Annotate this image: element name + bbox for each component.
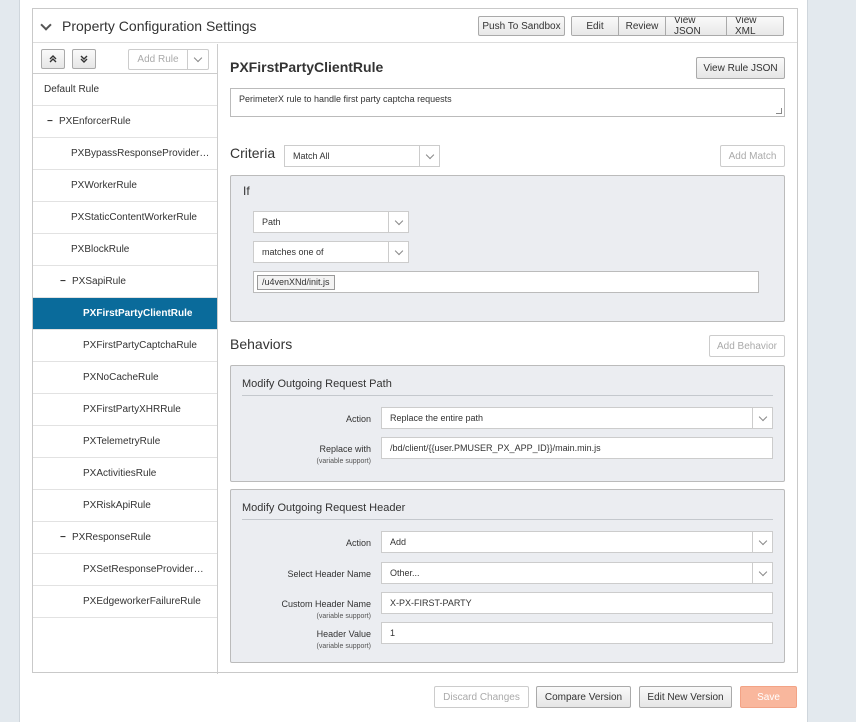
add-rule-dropdown[interactable]: Add Rule <box>128 49 209 70</box>
criteria-condition-box: If Path matches one of /u4venXNd/init.js <box>230 175 785 322</box>
push-to-sandbox-button[interactable]: Push To Sandbox <box>478 16 565 36</box>
view-json-button[interactable]: View JSON <box>666 17 727 35</box>
chevron-down-icon <box>419 146 439 166</box>
chevron-down-icon[interactable] <box>40 19 52 31</box>
match-type-select[interactable]: Match All <box>284 145 440 167</box>
tree-item-pxtelemetryrule[interactable]: PXTelemetryRule <box>33 426 217 458</box>
chevron-down-icon <box>388 212 408 232</box>
resize-handle-icon[interactable] <box>776 108 782 114</box>
view-rule-json-button[interactable]: View Rule JSON <box>696 57 785 79</box>
chevron-down-icon <box>752 563 772 583</box>
behavior-title: Modify Outgoing Request Path <box>242 378 392 390</box>
collapse-icon[interactable]: − <box>60 276 72 287</box>
header-action-value: Add <box>390 537 407 547</box>
collapse-icon[interactable]: − <box>60 532 72 543</box>
rule-description-text: PerimeterX rule to handle first party ca… <box>239 94 452 104</box>
tree-item-pxfirstpartyclientrule[interactable]: PXFirstPartyClientRule <box>33 298 217 330</box>
tree-item-pxfirstpartyxhrrule[interactable]: PXFirstPartyXHRRule <box>33 394 217 426</box>
criteria-field-value: Path <box>262 217 281 227</box>
property-config-panel: Property Configuration Settings Push To … <box>32 8 798 674</box>
tree-item-pxbypassresponseprovider[interactable]: PXBypassResponseProvider… <box>33 138 217 170</box>
add-behavior-button[interactable]: Add Behavior <box>709 335 785 357</box>
view-mode-button-group: Edit Review View JSON View XML <box>571 16 784 36</box>
custom-header-name-label: Custom Header Name (variable support) <box>231 599 371 620</box>
add-match-button[interactable]: Add Match <box>720 145 785 167</box>
criteria-operator-value: matches one of <box>262 247 324 257</box>
tree-item-pxenforcerrule[interactable]: − PXEnforcerRule <box>33 106 217 138</box>
rule-editor: PXFirstPartyClientRule View Rule JSON Pe… <box>219 44 798 674</box>
header-name-select[interactable]: Other... <box>381 562 773 584</box>
panel-header: Property Configuration Settings Push To … <box>33 9 797 43</box>
chevron-down-icon <box>388 242 408 262</box>
tree-item-pxworkerrule[interactable]: PXWorkerRule <box>33 170 217 202</box>
replace-path-input[interactable]: /bd/client/{{user.PMUSER_PX_APP_ID}}/mai… <box>381 437 773 459</box>
divider <box>242 519 773 520</box>
criteria-field-select[interactable]: Path <box>253 211 409 233</box>
rule-tree-sidebar: Add Rule Default Rule − PXEnforcerRule PX… <box>33 44 218 674</box>
compare-version-button[interactable]: Compare Version <box>536 686 631 708</box>
tree-item-pxsapirule[interactable]: − PXSapiRule <box>33 266 217 298</box>
variable-support-note: (variable support) <box>316 458 371 465</box>
tree-item-pxresponserule[interactable]: − PXResponseRule <box>33 522 217 554</box>
tree-item-pxriskapirule[interactable]: PXRiskApiRule <box>33 490 217 522</box>
chevron-down-icon <box>752 532 772 552</box>
header-value-input[interactable]: 1 <box>381 622 773 644</box>
discard-changes-button[interactable]: Discard Changes <box>434 686 529 708</box>
rule-tree-toolbar: Add Rule <box>33 44 217 74</box>
header-name-value: Other... <box>390 568 420 578</box>
double-chevron-down-icon <box>80 55 88 63</box>
header-action-select[interactable]: Add <box>381 531 773 553</box>
rule-name-title: PXFirstPartyClientRule <box>230 59 384 75</box>
criteria-label: Criteria <box>230 145 276 161</box>
add-rule-label: Add Rule <box>129 50 188 69</box>
tree-item-pxsetresponseprovider[interactable]: PXSetResponseProvider… <box>33 554 217 586</box>
edit-new-version-button[interactable]: Edit New Version <box>639 686 732 708</box>
tree-item-pxblockrule[interactable]: PXBlockRule <box>33 234 217 266</box>
chevron-down-icon <box>188 50 208 69</box>
tree-item-pxstaticcontentworkerrule[interactable]: PXStaticContentWorkerRule <box>33 202 217 234</box>
action-label: Action <box>345 538 371 548</box>
criteria-operator-select[interactable]: matches one of <box>253 241 409 263</box>
behavior-title: Modify Outgoing Request Header <box>242 502 406 514</box>
behaviors-label: Behaviors <box>230 336 293 352</box>
collapse-icon[interactable]: − <box>47 116 59 127</box>
path-action-value: Replace the entire path <box>390 413 484 423</box>
tree-item-pxedgeworkerfailurerule[interactable]: PXEdgeworkerFailureRule <box>33 586 217 618</box>
path-action-select[interactable]: Replace the entire path <box>381 407 773 429</box>
tree-item-pxactivitiesrule[interactable]: PXActivitiesRule <box>33 458 217 490</box>
chevron-down-icon <box>752 408 772 428</box>
collapse-all-button[interactable] <box>41 49 65 69</box>
main-content-area: Property Configuration Settings Push To … <box>19 0 808 722</box>
panel-title: Property Configuration Settings <box>62 18 257 34</box>
double-chevron-up-icon <box>49 55 57 63</box>
divider <box>242 395 773 396</box>
behavior-modify-request-path: Modify Outgoing Request Path Action Repl… <box>230 365 785 482</box>
action-label: Action <box>345 414 371 424</box>
custom-header-name-input[interactable]: X-PX-FIRST-PARTY <box>381 592 773 614</box>
match-type-value: Match All <box>293 151 330 161</box>
variable-support-note: (variable support) <box>316 643 371 650</box>
if-label: If <box>243 184 250 198</box>
variable-support-note: (variable support) <box>316 613 371 620</box>
select-header-name-label: Select Header Name <box>287 569 371 579</box>
review-button[interactable]: Review <box>619 17 666 35</box>
edit-button[interactable]: Edit <box>572 17 619 35</box>
rule-description-field[interactable]: PerimeterX rule to handle first party ca… <box>230 88 785 117</box>
criteria-value-tag[interactable]: /u4venXNd/init.js <box>257 275 335 290</box>
tree-item-default-rule[interactable]: Default Rule <box>33 74 217 106</box>
header-value-label: Header Value (variable support) <box>231 629 371 650</box>
tree-item-pxnocacherule[interactable]: PXNoCacheRule <box>33 362 217 394</box>
replace-with-label: Replace with (variable support) <box>231 444 371 465</box>
behavior-modify-request-header: Modify Outgoing Request Header Action Ad… <box>230 489 785 663</box>
expand-all-button[interactable] <box>72 49 96 69</box>
view-xml-button[interactable]: View XML <box>727 17 783 35</box>
criteria-values-input[interactable]: /u4venXNd/init.js <box>253 271 759 293</box>
tree-item-pxfirstpartycaptcharule[interactable]: PXFirstPartyCaptchaRule <box>33 330 217 362</box>
save-button[interactable]: Save <box>740 686 797 708</box>
